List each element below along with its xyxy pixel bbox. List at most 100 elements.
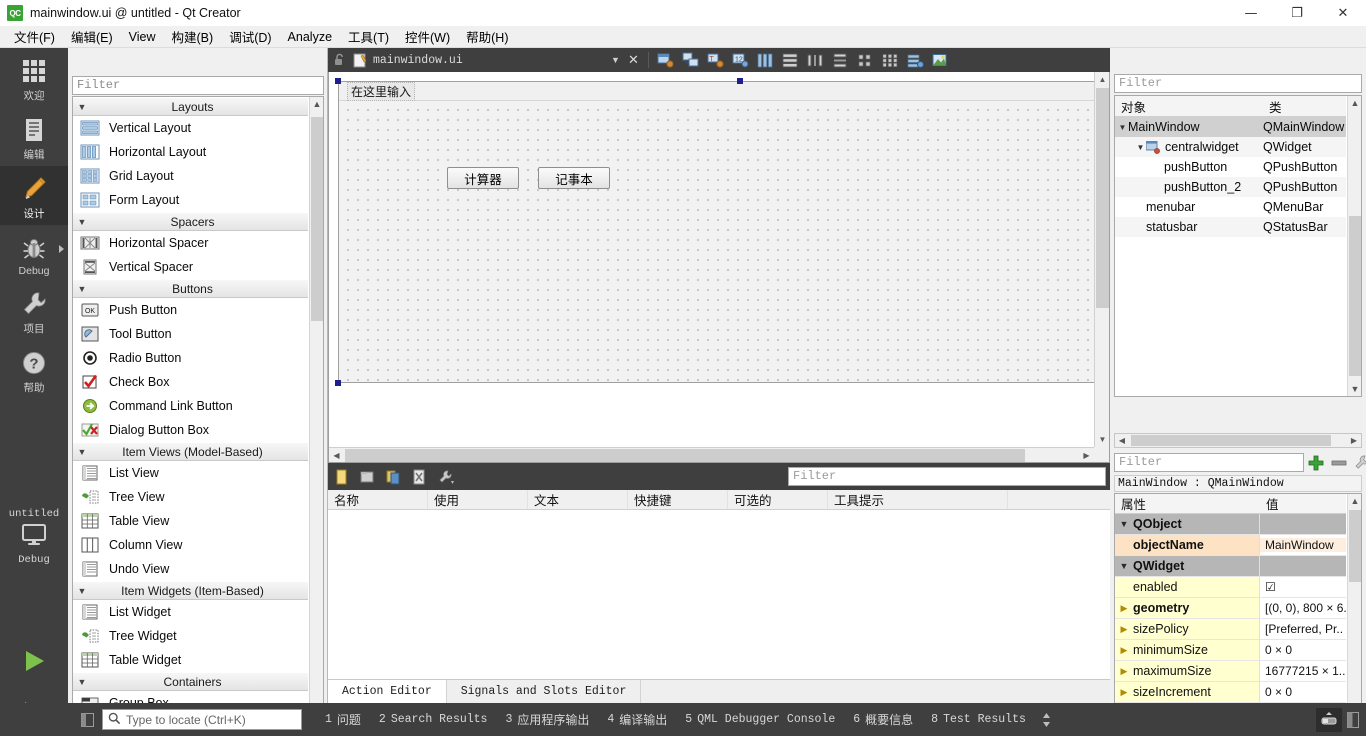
property-value-cell[interactable]: 16777215 × 1... — [1260, 664, 1346, 678]
output-pane-1[interactable]: 1 问题 — [316, 711, 370, 728]
chevron-right-icon[interactable]: ▶ — [1115, 687, 1133, 698]
scroll-left-icon[interactable]: ◀ — [329, 448, 344, 462]
scrollbar-thumb-horizontal[interactable] — [345, 449, 1025, 462]
scroll-up-icon[interactable]: ▲ — [1348, 96, 1361, 110]
widget-item-command-link-button[interactable]: Command Link Button — [73, 394, 308, 418]
close-button[interactable]: ✕ — [1320, 0, 1366, 26]
chevron-down-icon[interactable]: ▼ — [73, 102, 91, 112]
edit-widgets-icon[interactable] — [654, 49, 676, 71]
scrollbar-thumb-horizontal[interactable] — [1131, 435, 1331, 446]
object-row-pushButton_2[interactable]: pushButton_2 QPushButton — [1115, 177, 1346, 197]
chevron-right-icon[interactable]: ▶ — [1115, 666, 1133, 677]
property-editor-filter-input[interactable]: Filter — [1114, 453, 1304, 472]
object-row-MainWindow[interactable]: ▼ MainWindow QMainWindow — [1115, 117, 1346, 137]
widget-item-radio-button[interactable]: Radio Button — [73, 346, 308, 370]
mode-item-帮助[interactable]: ? 帮助 — [0, 340, 68, 399]
wrench-icon[interactable] — [432, 463, 458, 490]
column-header-value[interactable]: 值 — [1260, 494, 1346, 513]
widget-category-5[interactable]: ▼ Containers — [73, 672, 308, 691]
action-column-header-3[interactable]: 快捷键 — [628, 490, 728, 509]
chevron-down-icon[interactable]: ▼ — [1115, 519, 1133, 529]
widget-item-table-view[interactable]: Table View — [73, 509, 308, 533]
mode-item-Debug[interactable]: Debug — [0, 225, 68, 281]
chevron-down-icon[interactable]: ▼ — [73, 677, 91, 687]
property-value-cell[interactable]: 0 × 0 — [1260, 643, 1346, 657]
widget-item-list-view[interactable]: List View — [73, 461, 308, 485]
menubar-type-here-placeholder[interactable]: 在这里输入 — [347, 81, 416, 101]
editor-filename[interactable]: mainwindow.ui — [373, 54, 463, 67]
property-row-maximumSize[interactable]: ▶ maximumSize 16777215 × 1... — [1115, 661, 1346, 682]
form-button-pushButton_2[interactable]: 记事本 — [538, 167, 610, 189]
sidebar-icon[interactable] — [72, 703, 102, 736]
edit-buddies-icon[interactable]: T — [704, 49, 726, 71]
chevron-right-icon[interactable]: ▶ — [1115, 645, 1133, 656]
splitter-v-icon[interactable] — [829, 49, 851, 71]
widget-category-0[interactable]: ▼ Layouts — [73, 97, 308, 116]
widget-item-horizontal-spacer[interactable]: Horizontal Spacer — [73, 231, 308, 255]
mode-item-编辑[interactable]: 编辑 — [0, 107, 68, 166]
layout-vertical-icon[interactable] — [779, 49, 801, 71]
form-menubar[interactable]: 在这里输入 — [339, 81, 1094, 101]
column-header-object[interactable]: 对象 — [1115, 96, 1263, 116]
object-inspector-tree[interactable]: 对象 类 ▼ MainWindow QMainWindow ▼ centralwidge… — [1114, 95, 1362, 397]
action-column-header-2[interactable]: 文本 — [528, 490, 628, 509]
selection-handle-top-left[interactable] — [335, 78, 341, 84]
widget-box-scrollbar[interactable]: ▲ ▼ — [309, 97, 323, 727]
widget-category-2[interactable]: ▼ Buttons — [73, 279, 308, 298]
property-editor-scrollbar[interactable]: ▲ ▼ — [1347, 494, 1361, 732]
action-column-header-4[interactable]: 可选的 — [728, 490, 828, 509]
mode-item-项目[interactable]: 项目 — [0, 281, 68, 340]
property-editor-table[interactable]: 属性 值 ▼ QObject objectName MainWindow ▼ QWidge… — [1114, 493, 1362, 733]
column-header-class[interactable]: 类 — [1263, 96, 1346, 116]
chevron-down-icon[interactable]: ▼ — [73, 447, 91, 457]
form-layout-icon[interactable] — [854, 49, 876, 71]
form-canvas[interactable]: 在这里输入 计算器 记事本 — [329, 72, 1094, 447]
minus-icon[interactable] — [1329, 453, 1349, 473]
property-value-cell[interactable]: ☑ — [1260, 580, 1346, 594]
unlock-icon[interactable] — [328, 48, 350, 72]
object-row-centralwidget[interactable]: ▼ centralwidget QWidget — [1115, 137, 1346, 157]
mode-item-欢迎[interactable]: 欢迎 — [0, 48, 68, 107]
output-pane-3[interactable]: 3 应用程序输出 — [496, 711, 598, 728]
widget-item-tree-view[interactable]: Tree View — [73, 485, 308, 509]
widget-item-horizontal-layout[interactable]: Horizontal Layout — [73, 140, 308, 164]
form-editor-area[interactable]: 在这里输入 计算器 记事本 ▲ ▼ ◀ ▶ — [328, 72, 1110, 463]
scroll-down-icon[interactable]: ▼ — [1095, 432, 1109, 447]
progress-icon[interactable] — [1316, 707, 1342, 732]
canvas-vertical-scrollbar[interactable]: ▲ ▼ — [1094, 72, 1109, 447]
property-row-geometry[interactable]: ▶ geometry [(0, 0), 800 × 6.. — [1115, 598, 1346, 619]
menu-item-7[interactable]: 控件(W) — [397, 25, 458, 48]
scrollbar-thumb[interactable] — [1349, 216, 1361, 376]
new-file-icon[interactable] — [328, 463, 354, 490]
widget-item-column-view[interactable]: Column View — [73, 533, 308, 557]
object-inspector-scrollbar[interactable]: ▲ ▼ — [1347, 96, 1361, 396]
menu-item-1[interactable]: 编辑(E) — [63, 25, 121, 48]
widget-item-dialog-button-box[interactable]: Dialog Button Box — [73, 418, 308, 442]
scrollbar-thumb[interactable] — [1349, 510, 1361, 582]
output-pane-5[interactable]: 5 QML Debugger Console — [676, 713, 844, 726]
action-column-header-0[interactable]: 名称 — [328, 490, 428, 509]
property-row-enabled[interactable]: enabled ☑ — [1115, 577, 1346, 598]
property-row-sizePolicy[interactable]: ▶ sizePolicy [Preferred, Pr.. — [1115, 619, 1346, 640]
menu-item-4[interactable]: 调试(D) — [221, 25, 279, 48]
object-row-pushButton[interactable]: pushButton QPushButton — [1115, 157, 1346, 177]
scroll-down-icon[interactable]: ▼ — [1348, 382, 1361, 396]
form-central-widget[interactable]: 计算器 记事本 — [339, 101, 1094, 382]
property-value-cell[interactable]: 0 × 0 — [1260, 685, 1346, 699]
widget-category-1[interactable]: ▼ Spacers — [73, 212, 308, 231]
selection-handle-top-right[interactable] — [737, 78, 743, 84]
chevron-down-icon[interactable]: ▼ — [73, 217, 91, 227]
menu-item-2[interactable]: View — [121, 28, 164, 46]
edit-signals-slots-icon[interactable] — [679, 49, 701, 71]
grid-layout-icon[interactable] — [879, 49, 901, 71]
widget-item-vertical-spacer[interactable]: Vertical Spacer — [73, 255, 308, 279]
scroll-up-icon[interactable]: ▲ — [1095, 72, 1109, 87]
property-value-cell[interactable]: MainWindow — [1260, 538, 1346, 552]
chevron-down-icon[interactable]: ▼ — [73, 586, 91, 596]
menu-item-5[interactable]: Analyze — [280, 28, 340, 46]
widget-item-list-widget[interactable]: List Widget — [73, 600, 308, 624]
action-editor-filter-input[interactable]: Filter — [788, 467, 1106, 486]
restore-button[interactable]: ❐ — [1274, 0, 1320, 26]
copy-icon[interactable] — [380, 463, 406, 490]
delete-icon[interactable] — [406, 463, 432, 490]
